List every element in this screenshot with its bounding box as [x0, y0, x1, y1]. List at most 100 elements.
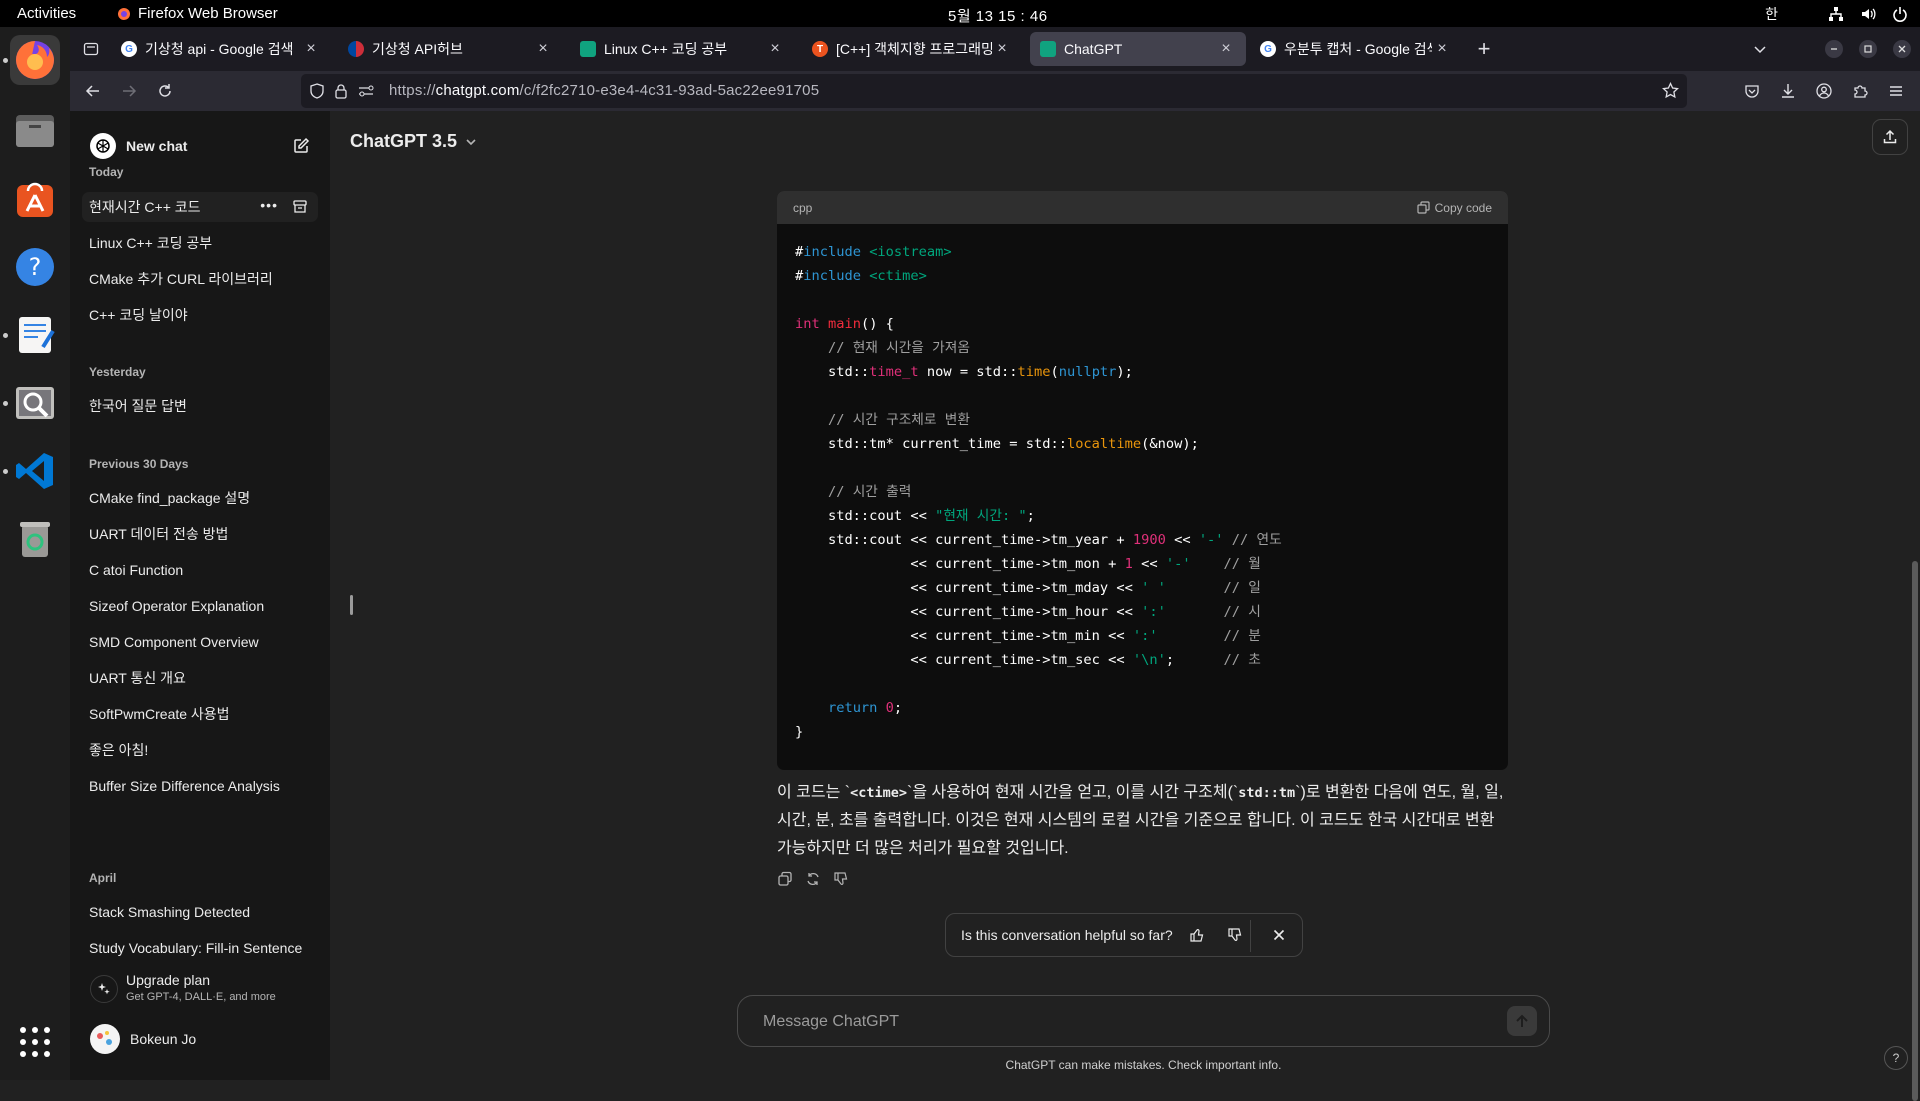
chat-item[interactable]: C++ 코딩 날이야 — [82, 300, 318, 330]
tab-title: 기상청 api - Google 검색 — [145, 41, 294, 57]
chat-item[interactable]: 한국어 질문 답변 — [82, 391, 318, 421]
close-tab-icon[interactable]: × — [765, 40, 785, 58]
kma-icon — [348, 41, 364, 57]
thumbs-up-icon[interactable] — [1189, 927, 1205, 943]
dock-help[interactable]: ? — [10, 242, 60, 292]
arrow-right-icon — [121, 83, 137, 99]
tracking-protection-icon[interactable] — [309, 83, 325, 99]
chat-item[interactable]: 좋은 아침! — [82, 735, 318, 765]
restore-window-button[interactable] — [1856, 37, 1880, 61]
copy-message-icon[interactable] — [777, 871, 793, 887]
app-menu[interactable]: Firefox Web Browser — [117, 5, 278, 22]
user-menu-button[interactable]: Bokeun Jo — [90, 1021, 310, 1057]
chat-item[interactable]: SoftPwmCreate 사용법 — [82, 699, 318, 729]
tab-title: Linux C++ 코딩 공부 — [604, 41, 728, 57]
dock-firefox[interactable] — [10, 35, 60, 85]
tab-chatgpt[interactable]: ChatGPT × — [1030, 32, 1246, 66]
chat-item[interactable]: Stack Smashing Detected — [82, 897, 318, 927]
scrollbar-thumb[interactable] — [1912, 561, 1918, 1101]
app-menu-button[interactable] — [1884, 79, 1908, 103]
close-tab-icon[interactable]: × — [1432, 40, 1452, 58]
back-button[interactable] — [81, 79, 105, 103]
new-tab-button[interactable]: + — [1472, 36, 1496, 61]
archive-icon[interactable] — [292, 199, 308, 215]
send-button[interactable] — [1507, 1006, 1537, 1036]
power-icon[interactable] — [1892, 6, 1908, 22]
dock-text-editor[interactable] — [10, 310, 60, 360]
chat-item-label: 좋은 아침! — [89, 742, 149, 758]
new-chat-button[interactable]: New chat — [90, 131, 310, 161]
system-tray[interactable]: 한 — [1765, 4, 1908, 24]
model-selector[interactable]: ChatGPT 3.5 — [350, 131, 477, 152]
list-all-tabs-button[interactable] — [1748, 37, 1772, 61]
close-window-button[interactable] — [1890, 37, 1914, 61]
sidebar-resize-handle[interactable] — [350, 595, 353, 615]
more-options-icon[interactable]: ••• — [260, 197, 278, 213]
tab-weather-api-search[interactable]: G 기상청 api - Google 검색 × — [111, 32, 331, 66]
dock-running-indicator — [3, 58, 8, 63]
regenerate-icon[interactable] — [805, 871, 821, 887]
address-bar[interactable]: https://chatgpt.com/c/f2fc2710-e3e4-4c31… — [301, 74, 1687, 108]
reload-button[interactable] — [153, 79, 177, 103]
chat-item[interactable]: CMake find_package 설명 — [82, 483, 318, 513]
chat-item[interactable]: Sizeof Operator Explanation — [82, 591, 318, 621]
chat-item[interactable]: Study Vocabulary: Fill-in Sentence — [82, 933, 318, 963]
conversation-feedback: Is this conversation helpful so far? — [945, 913, 1303, 957]
chat-sidebar: New chat Today 현재시간 C++ 코드 ••• Linux C++… — [70, 111, 330, 1080]
permissions-icon[interactable] — [357, 83, 375, 99]
chat-item[interactable]: C atoi Function — [82, 555, 318, 585]
volume-icon[interactable] — [1860, 6, 1876, 22]
chat-item[interactable]: 현재시간 C++ 코드 ••• — [82, 192, 318, 222]
tab-cpp-oop[interactable]: T [C++] 객체지향 프로그래밍 × — [802, 32, 1022, 66]
app-center-icon — [13, 177, 57, 221]
url-domain: chatgpt.com — [435, 82, 520, 99]
chat-item-label: C atoi Function — [89, 562, 184, 578]
chat-item[interactable]: CMake 추가 CURL 라이브러리 — [82, 264, 318, 294]
minimize-window-button[interactable] — [1822, 37, 1846, 61]
network-icon[interactable] — [1828, 6, 1844, 22]
account-button[interactable] — [1812, 79, 1836, 103]
copy-code-button[interactable]: Copy code — [1417, 201, 1492, 215]
code-content: #include <iostream> #include <ctime> int… — [795, 244, 1282, 740]
close-tab-icon[interactable]: × — [301, 40, 321, 58]
tab-linux-cpp[interactable]: Linux C++ 코딩 공부 × — [570, 32, 795, 66]
chat-item[interactable]: SMD Component Overview — [82, 627, 318, 657]
dock-vscode[interactable] — [10, 446, 60, 496]
tab-weather-api-hub[interactable]: 기상청 API허브 × — [338, 32, 563, 66]
chat-item[interactable]: Linux C++ 코딩 공부 — [82, 228, 318, 258]
disclaimer-text: ChatGPT can make mistakes. Check importa… — [1005, 1058, 1282, 1072]
extensions-button[interactable] — [1848, 79, 1872, 103]
thumbs-down-icon[interactable] — [833, 871, 849, 887]
share-button[interactable] — [1872, 119, 1908, 155]
dock-files[interactable] — [10, 106, 60, 156]
activities-button[interactable]: Activities — [17, 5, 76, 22]
message-input[interactable] — [761, 1009, 1465, 1035]
dock-show-apps[interactable] — [10, 1017, 60, 1067]
downloads-button[interactable] — [1776, 79, 1800, 103]
chat-item[interactable]: Buffer Size Difference Analysis — [82, 771, 318, 801]
chat-item-label: 현재시간 C++ 코드 — [89, 199, 201, 215]
clock[interactable]: 5월 13 15 : 46 — [948, 5, 1048, 26]
lock-icon[interactable] — [333, 83, 349, 99]
dock-app-center[interactable] — [10, 174, 60, 224]
bookmark-star-icon[interactable] — [1662, 82, 1679, 99]
compose-icon[interactable] — [292, 137, 310, 155]
chat-item[interactable]: UART 통신 개요 — [82, 663, 318, 693]
forward-button[interactable] — [117, 79, 141, 103]
close-tab-icon[interactable]: × — [992, 40, 1012, 58]
dock-image-viewer[interactable] — [10, 378, 60, 428]
close-tab-icon[interactable]: × — [1216, 40, 1236, 58]
upgrade-plan-button[interactable]: Upgrade plan Get GPT-4, DALL·E, and more — [90, 969, 310, 1009]
thumbs-down-icon[interactable] — [1227, 927, 1243, 943]
firefox-view-button[interactable] — [79, 37, 103, 61]
section-label-previous-30-days: Previous 30 Days — [89, 457, 189, 471]
close-icon[interactable] — [1271, 927, 1287, 943]
chat-item[interactable]: UART 데이터 전송 방법 — [82, 519, 318, 549]
input-method-indicator[interactable]: 한 — [1765, 4, 1778, 24]
pocket-button[interactable] — [1740, 79, 1764, 103]
firefox-small-icon — [117, 7, 131, 21]
close-tab-icon[interactable]: × — [533, 40, 553, 58]
dock-trash[interactable] — [10, 514, 60, 564]
tab-ubuntu-capture-search[interactable]: G 우분투 캡처 - Google 검색 × — [1250, 32, 1462, 66]
help-button[interactable]: ? — [1884, 1046, 1908, 1070]
